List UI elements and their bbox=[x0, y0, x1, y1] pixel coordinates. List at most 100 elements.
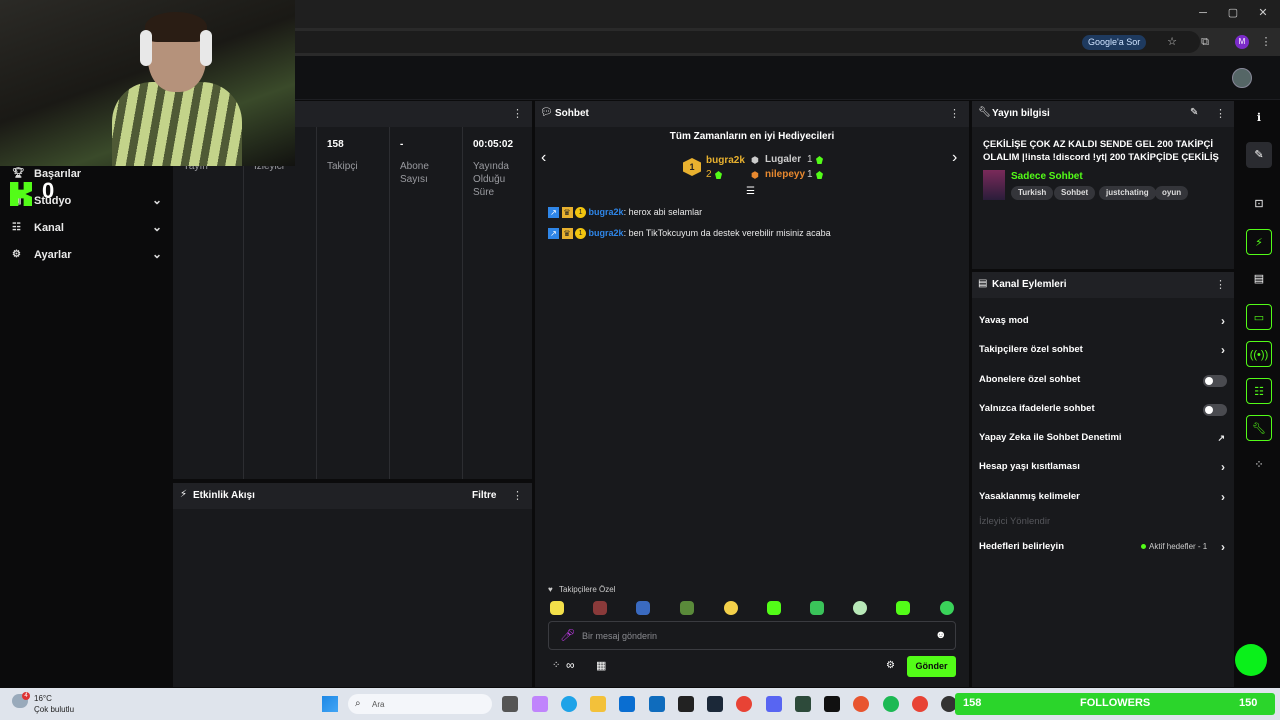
store-app-icon[interactable] bbox=[619, 696, 635, 712]
wrench-rail-icon[interactable]: 🔧︎ bbox=[1246, 415, 1272, 441]
task-view-icon[interactable] bbox=[502, 696, 518, 712]
crown-badge-icon: ♛ bbox=[561, 207, 573, 219]
lightning-rail-icon[interactable]: ⚡︎ bbox=[1246, 229, 1272, 255]
filter-button[interactable]: Filtre bbox=[472, 490, 496, 501]
broadcast-icon[interactable]: ((•)) bbox=[1246, 341, 1272, 367]
action-label: Yapay Zeka ile Sohbet Denetimi bbox=[979, 432, 1122, 443]
chat-rail-icon[interactable]: ▭ bbox=[1246, 304, 1272, 330]
emote-icon[interactable] bbox=[680, 601, 694, 615]
info-icon[interactable]: ℹ bbox=[1246, 105, 1272, 131]
active-goals-status: Aktif hedefler - 1 bbox=[1149, 542, 1208, 551]
maximize-icon[interactable]: ▢ bbox=[1226, 6, 1240, 20]
file-explorer-icon[interactable] bbox=[590, 696, 606, 712]
gifter-name[interactable]: nilepeyy bbox=[765, 169, 805, 180]
sidebar-item-studio[interactable]: ▣ Stüdyo ⌄ bbox=[12, 193, 162, 213]
chat-message-text: ben TikTokcuyum da destek verebilir misi… bbox=[628, 228, 831, 238]
emote-icon[interactable] bbox=[593, 601, 607, 615]
more-options-icon[interactable]: ⋮ bbox=[512, 489, 523, 502]
more-options-icon[interactable]: ⋮ bbox=[1215, 278, 1226, 291]
lightning-icon: ⚡︎ bbox=[180, 489, 188, 500]
chevron-right-icon[interactable]: › bbox=[952, 149, 957, 167]
infinity-icon[interactable]: ∞ bbox=[566, 658, 575, 672]
top-gifter-count: 2 bbox=[706, 169, 712, 180]
slow-mode-row[interactable]: Yavaş mod › bbox=[979, 314, 1227, 335]
browser-menu-icon[interactable]: ⋮ bbox=[1259, 35, 1273, 49]
discord-icon[interactable] bbox=[766, 696, 782, 712]
stream-tag[interactable]: oyun bbox=[1155, 186, 1189, 200]
app-icon[interactable] bbox=[795, 696, 811, 712]
stream-tag[interactable]: justchating bbox=[1099, 186, 1156, 200]
valorant-icon[interactable] bbox=[824, 696, 840, 712]
stream-tag[interactable]: Sohbet bbox=[1054, 186, 1096, 200]
ai-moderation-row[interactable]: Yapay Zeka ile Sohbet Denetimi ↗ bbox=[979, 432, 1227, 452]
webcam-person-body bbox=[112, 82, 242, 166]
store-icon[interactable]: ▦ bbox=[596, 659, 606, 672]
user-avatar[interactable] bbox=[1232, 68, 1252, 88]
spotify-icon[interactable] bbox=[883, 696, 899, 712]
emote-icon[interactable] bbox=[636, 601, 650, 615]
emote-icon[interactable] bbox=[896, 601, 910, 615]
chrome-icon[interactable] bbox=[736, 696, 752, 712]
windows-start-icon[interactable] bbox=[322, 696, 338, 712]
status-dot bbox=[1141, 544, 1146, 549]
gifter-name[interactable]: Lugaler bbox=[765, 154, 801, 165]
screen-capture-icon[interactable]: ⊡ bbox=[1246, 191, 1272, 217]
emote-icon[interactable] bbox=[940, 601, 954, 615]
emote-icon[interactable] bbox=[853, 601, 867, 615]
sidebar-item-achievements[interactable]: 🏆︎ Başarılar bbox=[12, 166, 162, 186]
bookmark-star-icon[interactable]: ☆ bbox=[1165, 35, 1179, 49]
taskbar-search[interactable]: ⌕ Ara bbox=[348, 694, 492, 714]
top-gifter-name[interactable]: bugra2k bbox=[706, 155, 745, 166]
chat-input[interactable]: 🎤︎ Bir mesaj gönderin ☻ bbox=[548, 621, 956, 650]
followers-goal: 150 bbox=[1239, 697, 1258, 709]
floating-action-button[interactable] bbox=[1235, 644, 1267, 676]
actions-rail-icon[interactable]: ☷ bbox=[1246, 378, 1272, 404]
more-options-icon[interactable]: ⋮ bbox=[512, 107, 523, 120]
emotes-only-toggle[interactable] bbox=[1203, 404, 1227, 416]
collapse-handle-icon[interactable]: ☰ bbox=[746, 186, 755, 197]
edit-icon[interactable]: ✎ bbox=[1246, 142, 1272, 168]
edge-icon[interactable] bbox=[561, 696, 577, 712]
edit-pencil-icon[interactable]: ✎ bbox=[1190, 107, 1198, 118]
followers-only-chat-row[interactable]: Takipçilere özel sohbet › bbox=[979, 343, 1227, 364]
document-icon[interactable]: ▤ bbox=[1246, 266, 1272, 292]
category-thumbnail[interactable] bbox=[983, 170, 1005, 200]
category-name[interactable]: Sadece Sohbet bbox=[1011, 171, 1083, 182]
coins-icon[interactable]: ⁘ bbox=[552, 660, 560, 671]
steam-icon[interactable] bbox=[707, 696, 723, 712]
send-button[interactable]: Gönder bbox=[907, 656, 956, 677]
microphone-icon[interactable]: 🎤︎ bbox=[560, 628, 575, 642]
outlook-icon[interactable] bbox=[649, 696, 665, 712]
settings-gear-icon[interactable]: ⚙ bbox=[886, 660, 895, 671]
google-sor-button[interactable]: Google'a Sor bbox=[1082, 35, 1147, 50]
sidebar-item-settings[interactable]: ⚙ Ayarlar ⌄ bbox=[12, 247, 162, 267]
action-label: Hesap yaşı kısıtlaması bbox=[979, 461, 1080, 472]
close-icon[interactable]: ✕ bbox=[1256, 6, 1270, 20]
emote-icon[interactable] bbox=[767, 601, 781, 615]
chat-username[interactable]: bugra2k bbox=[589, 207, 624, 217]
coins-rail-icon[interactable]: ⁘ bbox=[1246, 452, 1272, 478]
more-options-icon[interactable]: ⋮ bbox=[949, 107, 960, 120]
minimize-icon[interactable]: ─ bbox=[1196, 6, 1210, 20]
account-age-row[interactable]: Hesap yaşı kısıtlaması › bbox=[979, 460, 1227, 481]
browser-profile-avatar[interactable]: M bbox=[1235, 35, 1249, 49]
sidebar-item-label: Ayarlar bbox=[34, 249, 72, 261]
chevron-left-icon[interactable]: ‹ bbox=[541, 149, 546, 167]
sidebar-item-channel[interactable]: ☷ Kanal ⌄ bbox=[12, 220, 162, 240]
emote-icon[interactable] bbox=[724, 601, 738, 615]
stream-tag[interactable]: Turkish bbox=[1011, 186, 1054, 200]
app-icon[interactable] bbox=[853, 696, 869, 712]
extensions-icon[interactable]: ⧉ bbox=[1198, 35, 1212, 49]
copilot-icon[interactable] bbox=[532, 696, 548, 712]
top-gifters-title: Tüm Zamanların en iyi Hediyecileri bbox=[669, 131, 835, 142]
chat-username[interactable]: bugra2k bbox=[589, 228, 624, 238]
chrome-active-icon[interactable] bbox=[912, 696, 928, 712]
set-goals-row[interactable]: Hedefleri belirleyin Aktif hedefler - 1 … bbox=[979, 540, 1227, 561]
epic-games-icon[interactable] bbox=[678, 696, 694, 712]
more-options-icon[interactable]: ⋮ bbox=[1215, 107, 1226, 120]
subscribers-only-toggle[interactable] bbox=[1203, 375, 1227, 387]
banned-words-row[interactable]: Yasaklanmış kelimeler › bbox=[979, 490, 1227, 511]
emoji-icon[interactable]: ☻ bbox=[935, 629, 947, 641]
emote-icon[interactable] bbox=[550, 601, 564, 615]
emote-icon[interactable] bbox=[810, 601, 824, 615]
